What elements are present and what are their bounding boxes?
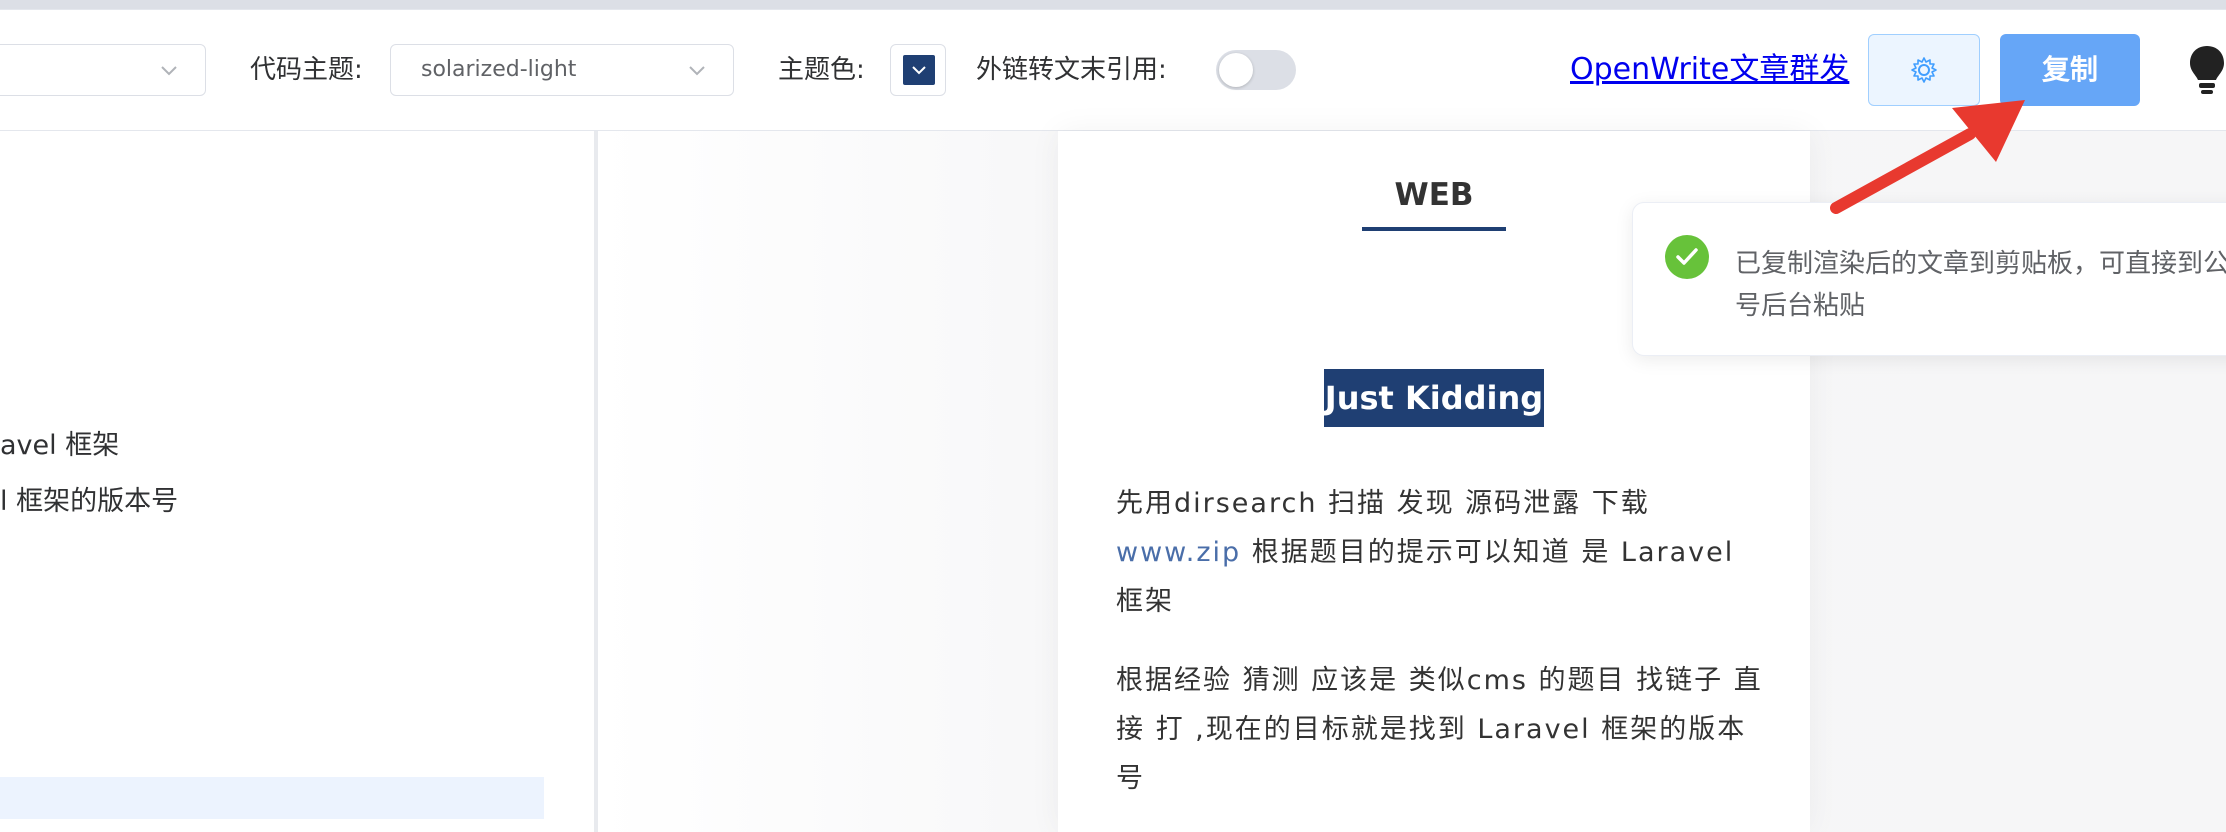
link-footnote-toggle[interactable]	[1216, 50, 1296, 90]
red-arrow-icon	[1830, 100, 2025, 214]
code-theme-value: solarized-light	[421, 57, 577, 82]
heading-just-kidding: Just Kidding	[1324, 369, 1544, 427]
code-theme-select[interactable]: solarized-light	[390, 44, 734, 96]
code-theme-label: 代码主题:	[250, 55, 363, 85]
gear-icon	[1911, 57, 1937, 83]
theme-color-label: 主题色:	[778, 55, 865, 85]
chevron-down-icon	[912, 66, 926, 75]
success-toast: 已复制渲染后的文章到剪贴板，可直接到公众号后台粘贴	[1632, 202, 2226, 356]
editor-active-line	[0, 777, 544, 819]
chevron-down-icon	[689, 66, 705, 76]
heading-underline	[1362, 227, 1506, 231]
editor-line: avel 框架	[0, 430, 120, 461]
article-paragraph: 先用dirsearch 扫描 发现 源码泄露 下载 www.zip 根据题目的提…	[1116, 479, 1766, 626]
theme-select[interactable]	[0, 44, 206, 96]
chevron-down-icon	[161, 66, 177, 76]
toast-message: 已复制渲染后的文章到剪贴板，可直接到公众号后台粘贴	[1735, 249, 2226, 321]
www-zip-link[interactable]: www.zip	[1116, 537, 1241, 568]
editor-line: l 框架的版本号	[0, 486, 179, 517]
toggle-knob	[1219, 53, 1253, 87]
theme-color-picker[interactable]	[890, 44, 946, 96]
top-border	[0, 0, 2226, 10]
link-footnote-label: 外链转文末引用:	[976, 55, 1167, 85]
editor-panel[interactable]: avel 框架 l 框架的版本号	[0, 131, 598, 832]
openwrite-link[interactable]: OpenWrite文章群发	[1570, 10, 1849, 130]
bulb-icon[interactable]	[2188, 44, 2226, 96]
article-paragraph: 根据经验 猜测 应该是 类似cms 的题目 找链子 直接 打 ,现在的目标就是找…	[1116, 665, 1763, 794]
paragraph-text: 先用dirsearch 扫描 发现 源码泄露 下载	[1116, 488, 1650, 519]
check-circle-icon	[1665, 235, 1709, 279]
